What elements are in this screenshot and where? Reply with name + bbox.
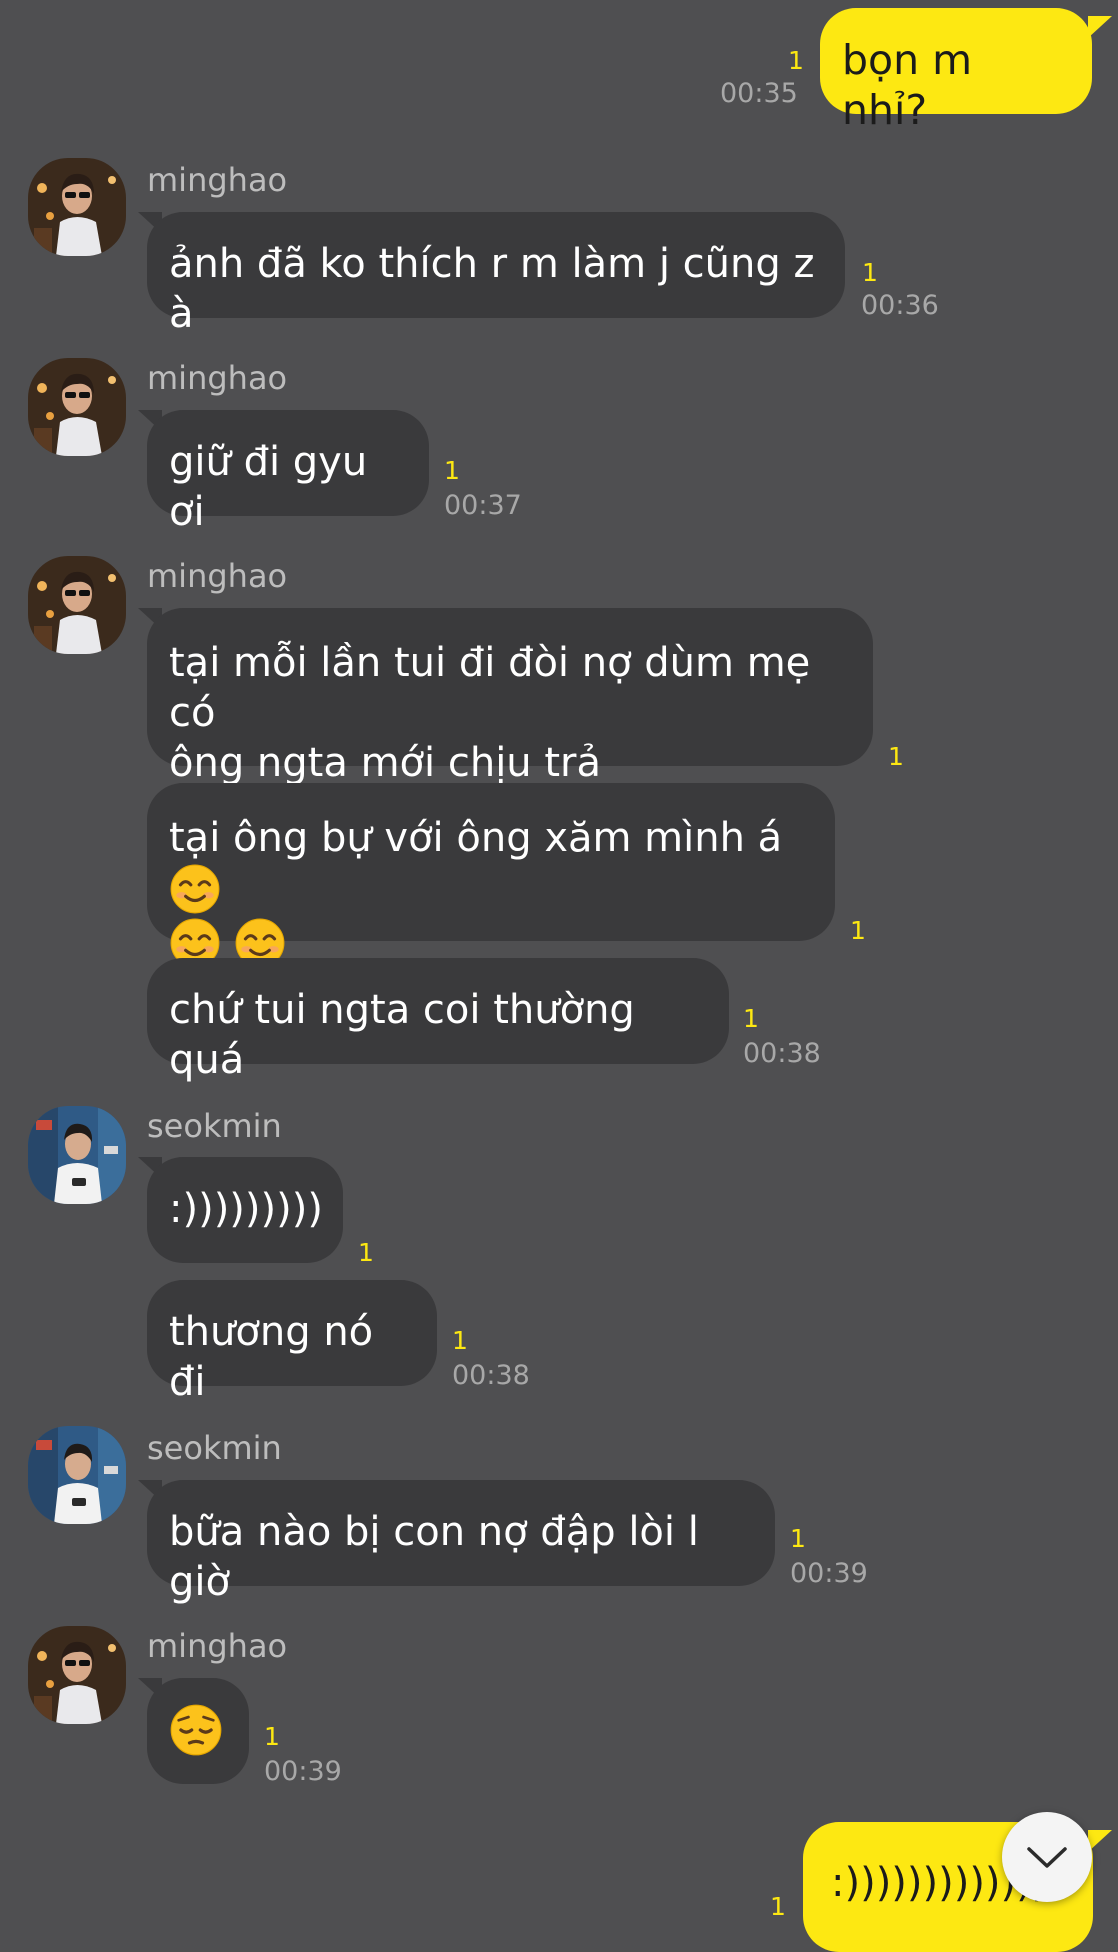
incoming-message-bubble[interactable]: ảnh đã ko thích r m làm j cũng z à <box>147 212 845 337</box>
avatar[interactable] <box>28 358 126 456</box>
message-time: 00:36 <box>861 290 939 321</box>
avatar[interactable] <box>28 158 126 256</box>
avatar[interactable] <box>28 1426 126 1524</box>
message-text: tại ông bự với ông xăm mình á <box>169 815 783 861</box>
outgoing-message-bubble[interactable]: bọn m nhỉ? <box>820 8 1092 134</box>
message-time: 00:38 <box>452 1360 530 1391</box>
incoming-message-bubble[interactable]: tại ông bự với ông xăm mình á <box>147 783 835 941</box>
read-count: 1 <box>888 742 904 771</box>
read-count: 1 <box>444 456 460 485</box>
message-time: 00:39 <box>790 1558 868 1589</box>
read-count: 1 <box>788 46 804 75</box>
incoming-message-bubble[interactable] <box>147 1678 249 1784</box>
scroll-to-bottom-button[interactable] <box>1002 1812 1092 1902</box>
incoming-message-bubble[interactable]: bữa nào bị con nợ đập lòi l giờ <box>147 1480 775 1605</box>
incoming-message-bubble[interactable]: :))))))))) <box>147 1157 343 1263</box>
read-count: 1 <box>743 1004 759 1033</box>
incoming-message-bubble[interactable]: giữ đi gyu ơi <box>147 410 429 535</box>
message-line: tại ông bự với ông xăm mình á <box>169 813 813 919</box>
avatar-image <box>28 1426 126 1524</box>
message-line: tại mỗi lần tui đi đòi nợ dùm mẹ có <box>169 640 811 736</box>
read-count: 1 <box>790 1524 806 1553</box>
read-count: 1 <box>264 1722 280 1751</box>
chat-message-list[interactable]: 1 00:35 bọn m nhỉ? minghao ảnh đã ko thí… <box>0 0 1118 1952</box>
message-time: 00:35 <box>720 78 798 109</box>
avatar[interactable] <box>28 556 126 654</box>
read-count: 1 <box>770 1892 786 1921</box>
read-count: 1 <box>452 1326 468 1355</box>
sender-name: minghao <box>147 557 288 595</box>
avatar-image <box>28 1626 126 1724</box>
incoming-message-bubble[interactable]: chứ tui ngta coi thường quá <box>147 958 729 1083</box>
bubble-tail <box>1088 1830 1112 1852</box>
message-time: 00:37 <box>444 490 522 521</box>
read-count: 1 <box>862 258 878 287</box>
avatar[interactable] <box>28 1106 126 1204</box>
read-count: 1 <box>358 1238 374 1267</box>
message-line: ông ngta mới chịu trả <box>169 740 602 786</box>
avatar[interactable] <box>28 1626 126 1724</box>
read-count: 1 <box>850 916 866 945</box>
bubble-tail <box>1088 16 1112 38</box>
avatar-image <box>28 358 126 456</box>
sender-name: minghao <box>147 161 288 199</box>
chevron-down-icon <box>1027 1847 1067 1868</box>
sender-name: minghao <box>147 1627 288 1665</box>
sender-name: seokmin <box>147 1107 282 1145</box>
sender-name: seokmin <box>147 1429 282 1467</box>
pensive-face-emoji <box>169 1703 223 1757</box>
avatar-image <box>28 1106 126 1204</box>
smiling-face-emoji <box>169 863 221 915</box>
sender-name: minghao <box>147 359 288 397</box>
avatar-image <box>28 158 126 256</box>
incoming-message-bubble[interactable]: thương nó đi <box>147 1280 437 1405</box>
avatar-image <box>28 556 126 654</box>
message-time: 00:38 <box>743 1038 821 1069</box>
message-time: 00:39 <box>264 1756 342 1787</box>
incoming-message-bubble[interactable]: tại mỗi lần tui đi đòi nợ dùm mẹ có ông … <box>147 608 873 786</box>
